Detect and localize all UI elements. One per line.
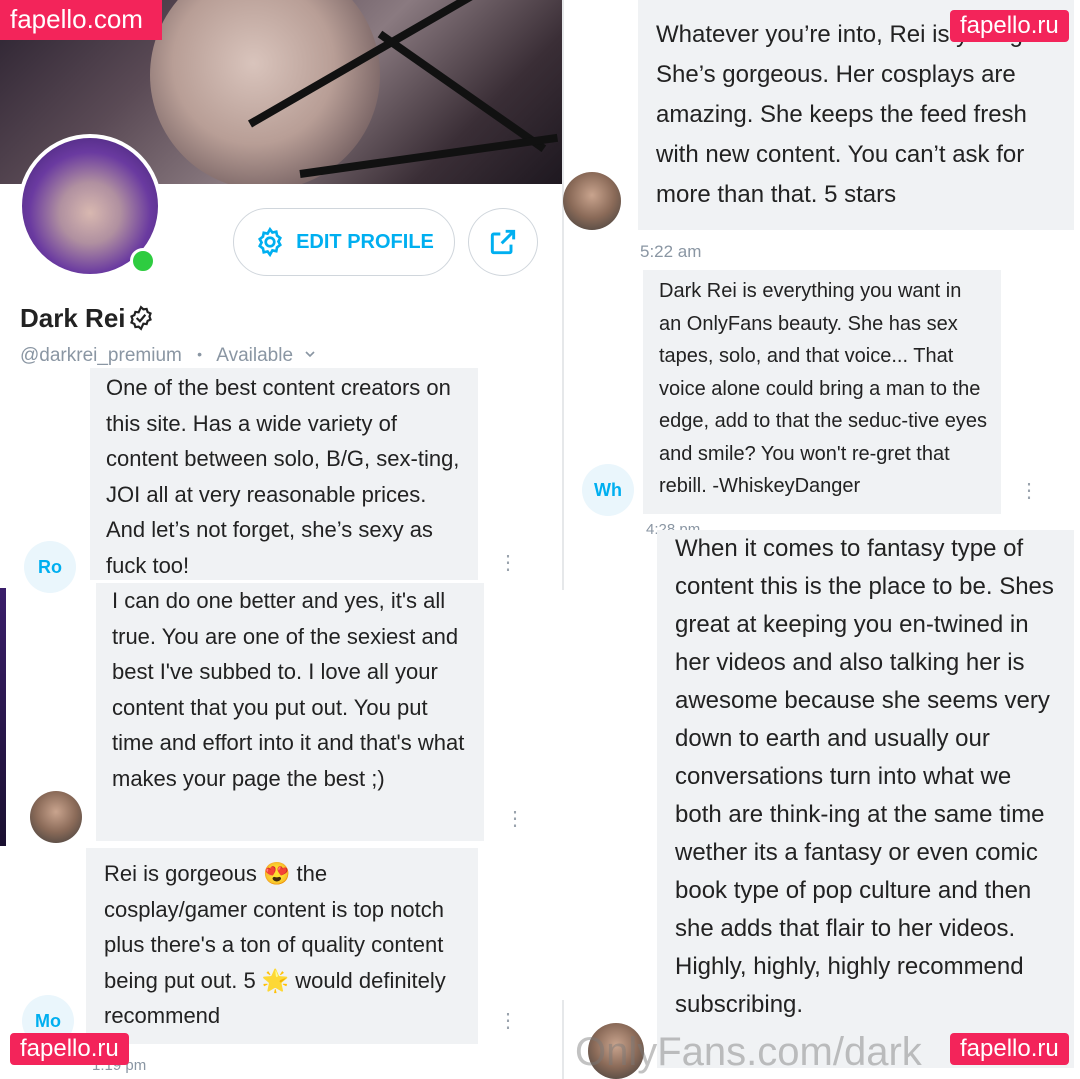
share-icon: [490, 229, 516, 255]
edit-profile-button[interactable]: EDIT PROFILE: [233, 208, 455, 276]
review-bubble-3: Rei is gorgeous 😍 the cosplay/gamer cont…: [86, 848, 478, 1044]
image-edge-strip: [0, 588, 6, 846]
review-text: One of the best content creators on this…: [106, 375, 460, 578]
separator-dot: •: [197, 346, 203, 362]
watermark: fapello.ru: [10, 1033, 129, 1065]
review-timestamp: 5:22 am: [640, 242, 702, 261]
verified-icon: [129, 305, 152, 331]
reviewer-avatar[interactable]: Wh: [582, 464, 634, 516]
profile-name: Dark Rei: [20, 303, 154, 334]
review-text: Dark Rei is everything you want in an On…: [659, 280, 987, 497]
column-divider: [562, 0, 564, 590]
more-vertical-icon[interactable]: ⋮: [498, 1011, 518, 1031]
watermark: fapello.ru: [950, 1033, 1069, 1065]
profile-handle: @darkrei_premium: [20, 345, 182, 366]
reviewer-avatar[interactable]: [30, 791, 82, 843]
column-divider: [562, 1000, 564, 1079]
profile-handle-row: @darkrei_premium • Available: [20, 345, 318, 367]
reviewer-avatar[interactable]: Ro: [24, 541, 76, 593]
chevron-down-icon[interactable]: [302, 346, 318, 362]
more-vertical-icon[interactable]: ⋮: [498, 553, 518, 573]
more-vertical-icon[interactable]: ⋮: [1019, 481, 1039, 501]
footer-watermark: OnlyFans.com/dark: [575, 1030, 922, 1074]
watermark-top-left: fapello.com: [0, 0, 162, 40]
share-button[interactable]: [468, 208, 538, 276]
reviewer-avatar[interactable]: [563, 172, 621, 230]
review-text: Rei is gorgeous 😍 the cosplay/gamer cont…: [104, 861, 446, 1028]
online-status-dot: [130, 248, 156, 274]
watermark: fapello.ru: [950, 10, 1069, 42]
more-vertical-icon[interactable]: ⋮: [505, 809, 525, 829]
gear-icon: [258, 226, 283, 258]
review-text: I can do one better and yes, it's all tr…: [112, 588, 465, 791]
review-bubble-5: Dark Rei is everything you want in an On…: [643, 270, 1001, 514]
review-bubble-2: I can do one better and yes, it's all tr…: [96, 583, 484, 841]
review-bubble-1: One of the best content creators on this…: [90, 368, 478, 580]
edit-profile-label: EDIT PROFILE: [296, 230, 434, 253]
review-text: Whatever you’re into, Rei is your girl. …: [656, 21, 1049, 208]
availability-status[interactable]: Available: [216, 345, 293, 366]
review-text: When it comes to fantasy type of content…: [675, 535, 1054, 1018]
review-bubble-6: When it comes to fantasy type of content…: [657, 530, 1074, 1068]
